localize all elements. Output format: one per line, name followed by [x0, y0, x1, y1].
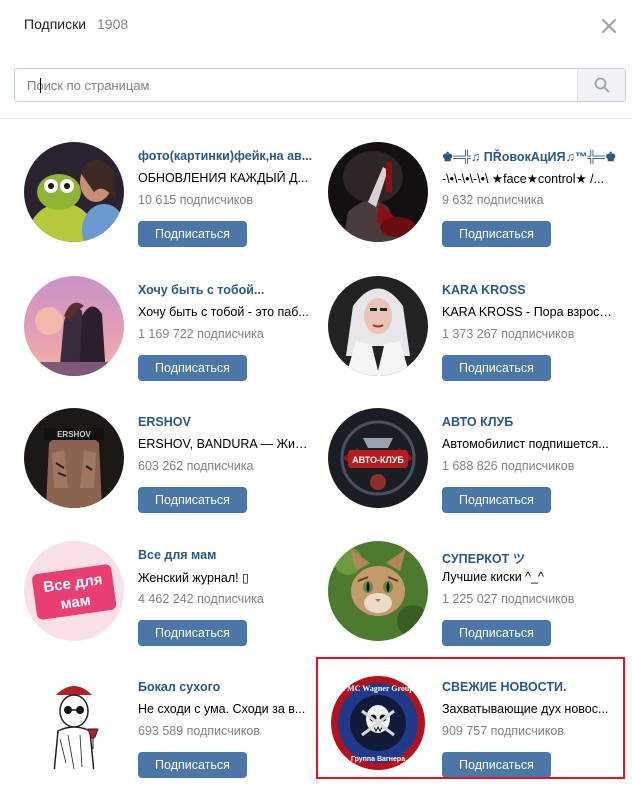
subscribe-button[interactable]: Подписаться: [138, 221, 247, 247]
subscribe-button[interactable]: Подписаться: [138, 355, 247, 381]
group-card-ershov: ERSHOV ERSHOV ERSHOV, BANDURA — Жить ...…: [24, 408, 314, 518]
text-caret: [40, 78, 41, 93]
search-icon: [594, 77, 610, 93]
subscriber-count: 1 169 722 подписчика: [138, 327, 264, 341]
wagner-bottom-text: Группа Вагнера: [351, 756, 405, 763]
close-icon[interactable]: [598, 15, 620, 37]
group-avatar[interactable]: [328, 541, 428, 641]
group-description: Женский журнал! ▯: [138, 571, 249, 585]
subscribe-button[interactable]: Подписаться: [138, 752, 247, 778]
group-avatar[interactable]: [328, 276, 428, 376]
subscribe-button[interactable]: Подписаться: [442, 487, 551, 513]
group-avatar[interactable]: [24, 673, 124, 773]
group-name[interactable]: KARA KROSS: [442, 283, 618, 297]
subscriber-count: 9 632 подписчика: [442, 193, 544, 207]
group-name[interactable]: АВТО КЛУБ: [442, 415, 618, 429]
subscriber-count: 1 688 826 подписчиков: [442, 459, 575, 473]
group-description: Захватывающие дух новос...: [442, 702, 609, 716]
search-input[interactable]: [15, 69, 579, 101]
group-description: Автомобилист подпишется...: [442, 437, 609, 451]
group-name[interactable]: Все для мам: [138, 548, 314, 562]
group-card-svezhie-novosti: PMC Wagner Group Группа Вагнера СВЕЖИЕ Н…: [328, 673, 618, 783]
ershov-banner: ERSHOV: [57, 430, 91, 439]
group-name[interactable]: ♚═╬♫ ПŘовокАцИЯ♫™╬═♚: [442, 149, 618, 164]
group-description: Лучшие киски ^_^: [442, 570, 544, 584]
modal-title: Подписки: [24, 16, 87, 32]
subscriber-count: 10 615 подписчиков: [138, 193, 254, 207]
search-bar: [14, 68, 626, 102]
group-card-photo-fake: фото(картинки)фейк,на ав... ОБНОВЛЕНИЯ К…: [24, 142, 314, 252]
group-avatar[interactable]: [24, 276, 124, 376]
avto-logo-text: АВТО-КЛУБ: [352, 455, 404, 465]
group-name[interactable]: СВЕЖИЕ НОВОСТИ.: [442, 680, 618, 694]
subscribe-button[interactable]: Подписаться: [442, 221, 551, 247]
divider: [0, 118, 632, 119]
group-card-bokal-sukhogo: Бокал сухого Не сходи с ума. Сходи за в.…: [24, 673, 314, 783]
subscribe-button[interactable]: Подписаться: [442, 355, 551, 381]
wagner-top-text: PMC Wagner Group: [342, 684, 414, 693]
group-card-superkot: СУПЕРКОТ ツ Лучшие киски ^_^ 1 225 027 по…: [328, 541, 618, 651]
group-description: Хочу быть с тобой - это паб...: [138, 305, 309, 319]
group-avatar[interactable]: ERSHOV: [24, 408, 124, 508]
group-avatar[interactable]: PMC Wagner Group Группа Вагнера: [328, 673, 428, 773]
group-name[interactable]: СУПЕРКОТ ツ: [442, 548, 618, 567]
group-description: -\•\-\•\-\•\ ★face★control★ /...: [442, 172, 605, 186]
group-avatar[interactable]: АВТО-КЛУБ: [328, 408, 428, 508]
group-description: Не сходи с ума. Сходи за в...: [138, 702, 306, 716]
subscribe-button[interactable]: Подписаться: [138, 620, 247, 646]
group-name[interactable]: фото(картинки)фейк,на ав...: [138, 149, 314, 163]
group-name[interactable]: Бокал сухого: [138, 680, 314, 694]
subscriber-count: 693 589 подписчиков: [138, 724, 260, 738]
group-description: ОБНОВЛЕНИЯ КАЖДЫЙ Д...: [138, 171, 308, 185]
group-description: KARA KROSS - Пора взросл...: [442, 305, 614, 319]
modal-header: Подписки 1908: [0, 0, 632, 52]
subscriber-count: 909 757 подписчиков: [442, 724, 564, 738]
subscriber-count: 1 373 267 подписчиков: [442, 327, 575, 341]
subscribe-button[interactable]: Подписаться: [442, 752, 551, 778]
group-avatar[interactable]: [328, 142, 428, 242]
subscriptions-count: 1908: [97, 16, 129, 32]
group-name[interactable]: ERSHOV: [138, 415, 314, 429]
group-description: ERSHOV, BANDURA — Жить ...: [138, 437, 310, 451]
subscribe-button[interactable]: Подписаться: [138, 487, 247, 513]
group-card-kara-kross: KARA KROSS KARA KROSS - Пора взросл... 1…: [328, 276, 618, 386]
group-name[interactable]: Хочу быть с тобой...: [138, 283, 314, 297]
group-card-khochu: Хочу быть с тобой... Хочу быть с тобой -…: [24, 276, 314, 386]
subscriber-count: 4 462 242 подписчика: [138, 592, 264, 606]
group-card-provokatsiya: ♚═╬♫ ПŘовокАцИЯ♫™╬═♚ -\•\-\•\-\•\ ★face★…: [328, 142, 618, 252]
group-card-avto-klub: АВТО-КЛУБ АВТО КЛУБ Автомобилист подпише…: [328, 408, 618, 518]
subscribe-button[interactable]: Подписаться: [442, 620, 551, 646]
group-avatar[interactable]: [24, 142, 124, 242]
subscriber-count: 1 225 027 подписчиков: [442, 592, 575, 606]
group-card-vse-dlya-mam: Все для мам Все для мам Женский журнал! …: [24, 541, 314, 651]
search-button[interactable]: [577, 69, 625, 101]
subscriber-count: 603 262 подписчика: [138, 459, 254, 473]
group-avatar[interactable]: Все для мам: [24, 541, 124, 641]
